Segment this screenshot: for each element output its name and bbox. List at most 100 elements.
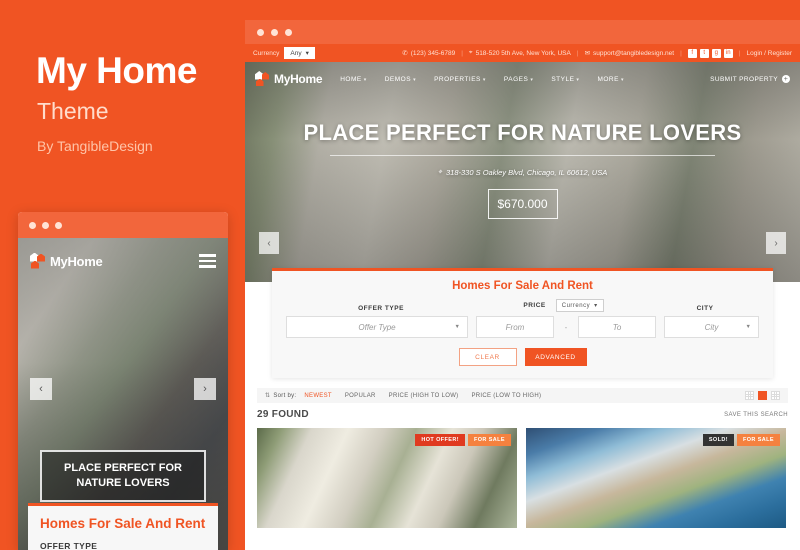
main-navbar: MyHome HOME ▾ DEMOS ▾ PROPERTIES ▾ PAGES ▾ S… [245, 62, 800, 96]
location-pin-icon: ⌖ [437, 167, 442, 176]
plus-circle-icon: + [782, 75, 790, 83]
nav-item-home[interactable]: HOME ▾ [340, 76, 367, 83]
sort-option-newest[interactable]: NEWEST [304, 393, 331, 399]
status-badge-sold: SOLD! [702, 434, 734, 446]
grid-view-icon[interactable] [745, 391, 754, 400]
nav-item-home-label: HOME [340, 75, 362, 83]
hamburger-menu-icon[interactable] [199, 254, 216, 268]
login-register-link[interactable]: Login / Register [746, 50, 792, 57]
chevron-down-icon: ▾ [620, 76, 624, 83]
promo-author: By TangibleDesign [37, 138, 153, 154]
hero-next-button[interactable]: › [766, 232, 786, 254]
browser-dot-maximize[interactable] [285, 28, 292, 36]
browser-mockup: Currency Any ▾ ✆ (123) 345-6789 | ⌖ 518-… [245, 20, 800, 550]
nav-item-more-label: MORE [597, 75, 619, 83]
clear-button[interactable]: CLEAR [458, 348, 517, 366]
city-select[interactable]: City ▼ [664, 316, 759, 338]
nav-item-style[interactable]: STYLE ▾ [551, 76, 579, 83]
status-badge-for-sale: FOR SALE [467, 434, 511, 446]
chevron-down-icon: ▾ [305, 50, 309, 57]
support-email: support@tangibledesign.net [593, 49, 675, 57]
nav-item-more[interactable]: MORE ▾ [597, 76, 624, 83]
phone-number: (123) 345-6789 [410, 49, 456, 57]
divider: | [680, 49, 682, 57]
nav-item-properties[interactable]: PROPERTIES ▾ [434, 76, 486, 83]
price-label: PRICE [523, 302, 546, 309]
sort-icon: ⇅ [265, 393, 271, 399]
search-actions: CLEAR ADVANCED [286, 348, 759, 366]
divider: | [576, 49, 579, 57]
price-currency-select[interactable]: Currency ▾ [555, 299, 604, 312]
phone-info[interactable]: ✆ (123) 345-6789 [402, 49, 456, 58]
property-card-list: HOT OFFER! FOR SALE SOLD! FOR SALE [257, 428, 788, 528]
price-from-input[interactable]: From [476, 316, 554, 338]
status-badge-for-sale: FOR SALE [736, 434, 780, 446]
sort-option-price-high-low[interactable]: PRICE (HIGH TO LOW) [389, 393, 459, 399]
sort-option-price-low-high[interactable]: PRICE (LOW TO HIGH) [471, 393, 541, 399]
search-section: Homes For Sale And Rent OFFER TYPE PRICE… [245, 268, 800, 378]
price-range-dash: - [564, 322, 568, 332]
view-mode-group [745, 391, 780, 400]
browser-dot-minimize[interactable] [271, 28, 278, 36]
utility-topbar: Currency Any ▾ ✆ (123) 345-6789 | ⌖ 518-… [245, 44, 800, 62]
price-to-placeholder: To [612, 322, 622, 332]
email-info[interactable]: ✉ support@tangibledesign.net [585, 49, 675, 58]
window-dot-minimize[interactable] [42, 221, 49, 229]
card-view-icon[interactable] [758, 391, 767, 400]
twitter-icon[interactable]: t [699, 48, 709, 58]
mobile-slider-next-button[interactable]: › [194, 378, 216, 400]
offer-type-value: Offer Type [358, 322, 396, 332]
property-card[interactable]: HOT OFFER! FOR SALE [257, 428, 517, 528]
window-dot-maximize[interactable] [55, 221, 62, 229]
mobile-offer-type-label: OFFER TYPE [40, 541, 98, 550]
site-logo[interactable]: MyHome [255, 71, 323, 87]
nav-item-demos-label: DEMOS [384, 75, 412, 83]
price-label-group: PRICE Currency ▾ [476, 299, 651, 312]
facebook-icon[interactable]: f [687, 48, 697, 58]
chevron-down-icon: ▾ [530, 76, 534, 83]
property-card[interactable]: SOLD! FOR SALE [526, 428, 786, 528]
hero-prev-button[interactable]: ‹ [259, 232, 279, 254]
chevron-down-icon: ▾ [594, 303, 598, 309]
nav-item-pages[interactable]: PAGES ▾ [504, 76, 533, 83]
location-pin-icon: ⌖ [468, 49, 473, 56]
mobile-titlebar [18, 212, 228, 238]
offer-type-label: OFFER TYPE [358, 305, 404, 312]
window-dot-close[interactable] [29, 221, 36, 229]
google-plus-icon[interactable]: g [711, 48, 721, 58]
currency-label: Currency [253, 49, 280, 57]
mobile-search-panel: Homes For Sale And Rent OFFER TYPE Offer… [28, 503, 218, 550]
hero-slider: MyHome HOME ▾ DEMOS ▾ PROPERTIES ▾ PAGES ▾ S… [245, 62, 800, 282]
currency-select[interactable]: Any ▾ [284, 47, 315, 59]
submit-property-button[interactable]: SUBMIT PROPERTY + [710, 75, 790, 83]
sort-option-popular[interactable]: POPULAR [345, 393, 376, 399]
hero-divider [330, 155, 715, 156]
brand-name: MyHome [274, 72, 323, 86]
offer-type-select[interactable]: Offer Type ▼ [286, 316, 468, 338]
advanced-button[interactable]: ADVANCED [524, 348, 587, 366]
price-to-input[interactable]: To [578, 316, 656, 338]
mobile-search-title: Homes For Sale And Rent [40, 516, 206, 531]
list-view-icon[interactable] [771, 391, 780, 400]
phone-icon: ✆ [402, 50, 408, 57]
currency-value: Any [290, 49, 302, 57]
save-this-search-link[interactable]: SAVE THIS SEARCH [724, 412, 788, 418]
status-badge-hot-offer: HOT OFFER! [415, 434, 465, 446]
social-links: f t g in [687, 48, 733, 58]
browser-dot-close[interactable] [257, 28, 264, 36]
mobile-logo[interactable]: MyHome [30, 252, 103, 270]
nav-item-demos[interactable]: DEMOS ▾ [385, 76, 416, 83]
hero-price-badge: $670.000 [487, 189, 558, 219]
linkedin-icon[interactable]: in [723, 48, 733, 58]
mobile-slider-prev-button[interactable]: ‹ [30, 378, 52, 400]
chevron-down-icon: ▾ [413, 76, 417, 83]
mobile-mockup: MyHome ‹ › PLACE PERFECT FOR NATURE LOVE… [18, 212, 228, 550]
city-label: CITY [696, 305, 714, 312]
submit-property-label: SUBMIT PROPERTY [710, 75, 778, 83]
chevron-down-icon: ▾ [576, 76, 580, 83]
hero-address-text: 318-330 S Oakley Blvd, Chicago, IL 60612… [446, 167, 608, 177]
promo-subtitle: Theme [37, 98, 109, 124]
sort-bar: ⇅ Sort by: NEWEST POPULAR PRICE (HIGH TO… [257, 388, 788, 403]
promo-title: My Home [36, 50, 197, 91]
divider: | [738, 49, 741, 57]
